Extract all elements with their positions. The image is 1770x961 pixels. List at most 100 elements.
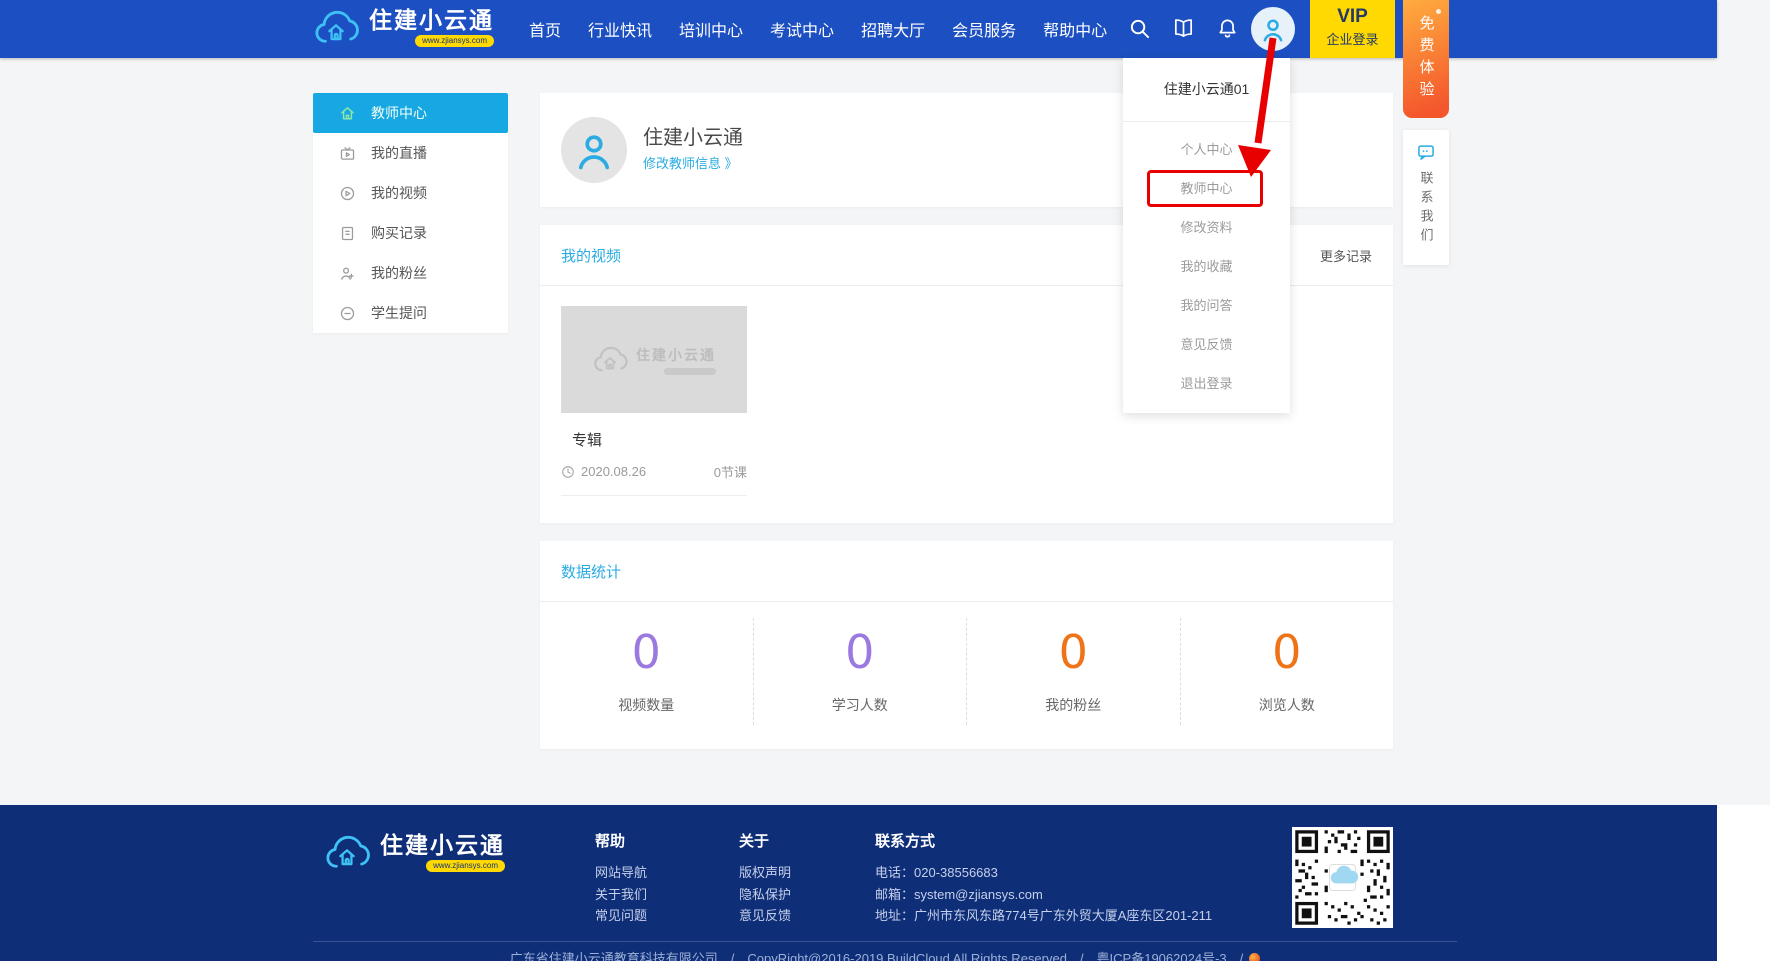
qr-code — [1292, 827, 1393, 928]
sidebar-item-student-questions[interactable]: 学生提问 — [313, 293, 508, 333]
sidebar-item-my-live[interactable]: 我的直播 — [313, 133, 508, 173]
search-icon[interactable] — [1128, 17, 1151, 40]
video-meta: 2020.08.26 0节课 — [561, 462, 747, 496]
footer-link-faq[interactable]: 常见问题 — [595, 905, 647, 927]
nav-item-training-center[interactable]: 培训中心 — [679, 17, 743, 41]
home-icon — [339, 105, 356, 122]
profile-name: 住建小云通 — [643, 121, 743, 150]
nav-item-job-hall[interactable]: 招聘大厅 — [861, 17, 925, 41]
page: 住建小云通 www.zjiansys.com 首页 行业快讯 培训中心 考试中心… — [0, 0, 1770, 961]
footer-link-about-us[interactable]: 关于我们 — [595, 884, 647, 906]
sidebar-item-label: 教师中心 — [371, 103, 427, 123]
more-records-link[interactable]: 更多记录 — [1320, 246, 1372, 265]
videos-section-title: 我的视频 — [561, 245, 621, 266]
stats-section-title: 数据统计 — [561, 561, 621, 582]
sidebar-item-my-fans[interactable]: 我的粉丝 — [313, 253, 508, 293]
main-nav: 首页 行业快讯 培训中心 考试中心 招聘大厅 会员服务 帮助中心 — [529, 0, 1107, 58]
stats-card-header: 数据统计 — [540, 541, 1393, 602]
dropdown-list: 个人中心 教师中心 修改资料 我的收藏 我的问答 意见反馈 退出登录 — [1123, 122, 1290, 403]
user-avatar[interactable] — [1251, 7, 1295, 51]
video-icon — [339, 185, 356, 202]
sidebar-item-label: 我的粉丝 — [371, 263, 427, 283]
dropdown-item-teacher-center[interactable]: 教师中心 — [1123, 169, 1290, 208]
video-card[interactable]: 住建小云通 专辑 2020.08.26 0节课 — [561, 306, 747, 496]
video-thumbnail[interactable]: 住建小云通 — [561, 306, 747, 413]
footer-brand-name: 住建小云通 — [380, 834, 505, 857]
nav-item-member-services[interactable]: 会员服务 — [952, 17, 1016, 41]
stat-fans-count: 0 我的粉丝 — [966, 618, 1180, 725]
cloud-logo-icon — [313, 8, 359, 48]
watermark-pill — [664, 368, 716, 375]
vip-label: VIP — [1310, 6, 1395, 28]
notifications-icon[interactable] — [1216, 17, 1239, 40]
library-icon[interactable] — [1172, 17, 1195, 40]
sidebar-item-label: 我的视频 — [371, 183, 427, 203]
sidebar-item-my-videos[interactable]: 我的视频 — [313, 173, 508, 213]
contact-us-label: 联系我们 — [1420, 171, 1433, 247]
stats-row: 0 视频数量 0 学习人数 0 我的粉丝 0 浏览人数 — [540, 602, 1393, 749]
edit-teacher-info-link[interactable]: 修改教师信息 》 — [643, 153, 738, 172]
right-edge-strip — [1717, 805, 1770, 961]
stat-label: 浏览人数 — [1259, 695, 1315, 715]
person-icon — [1258, 14, 1288, 44]
stat-label: 我的粉丝 — [1045, 695, 1101, 715]
footer-col-title: 关于 — [739, 830, 791, 851]
sidebar-item-purchase-records[interactable]: 购买记录 — [313, 213, 508, 253]
stat-value: 0 — [1272, 629, 1301, 675]
stat-label: 视频数量 — [618, 695, 674, 715]
footer-link-privacy[interactable]: 隐私保护 — [739, 884, 791, 906]
footer-contact-email: 邮箱：system@zjiansys.com — [875, 884, 1212, 906]
dropdown-item-logout[interactable]: 退出登录 — [1123, 364, 1290, 403]
dropdown-item-edit-profile[interactable]: 修改资料 — [1123, 208, 1290, 247]
dropdown-item-my-favorites[interactable]: 我的收藏 — [1123, 247, 1290, 286]
sidebar-item-label: 购买记录 — [371, 223, 427, 243]
footer-logo: 住建小云通 www.zjiansys.com — [324, 833, 505, 873]
police-badge-icon — [1249, 953, 1260, 961]
free-trial-label: 免费体验 — [1419, 15, 1434, 103]
sparkle-dot — [1436, 9, 1441, 14]
free-trial-tab[interactable]: 免费体验 — [1403, 0, 1449, 118]
footer-link-copyright-statement[interactable]: 版权声明 — [739, 862, 791, 884]
footer-link-site-nav[interactable]: 网站导航 — [595, 862, 647, 884]
footer-col-about: 关于 版权声明 隐私保护 意见反馈 — [739, 830, 791, 927]
brand-logo[interactable]: 住建小云通 www.zjiansys.com — [313, 8, 494, 48]
brand-url-badge: www.zjiansys.com — [415, 35, 494, 47]
records-icon — [339, 225, 356, 242]
clock-icon — [561, 465, 575, 479]
copyright-divider — [313, 941, 1457, 942]
sidebar-item-label: 我的直播 — [371, 143, 427, 163]
nav-item-industry-news[interactable]: 行业快讯 — [588, 17, 652, 41]
vip-enterprise-login-button[interactable]: VIP 企业登录 — [1310, 0, 1395, 58]
watermark-cloud-icon — [592, 345, 628, 375]
sidebar: 教师中心 我的直播 我的视频 购买记录 我的粉丝 — [313, 93, 508, 333]
user-dropdown: 住建小云通01 个人中心 教师中心 修改资料 我的收藏 我的问答 意见反馈 退出… — [1123, 58, 1290, 413]
watermark-text: 住建小云通 — [636, 345, 716, 365]
stat-value: 0 — [1059, 629, 1088, 675]
nav-item-home[interactable]: 首页 — [529, 17, 561, 41]
dropdown-item-feedback[interactable]: 意见反馈 — [1123, 325, 1290, 364]
nav-item-help-center[interactable]: 帮助中心 — [1043, 17, 1107, 41]
stat-view-count: 0 浏览人数 — [1180, 618, 1394, 725]
video-lesson-count: 0节课 — [714, 462, 747, 481]
stat-learner-count: 0 学习人数 — [753, 618, 967, 725]
video-date: 2020.08.26 — [581, 464, 646, 479]
footer: 住建小云通 www.zjiansys.com 帮助 网站导航 关于我们 常见问题… — [0, 805, 1717, 961]
stats-card: 数据统计 0 视频数量 0 学习人数 0 我的粉丝 0 浏览人数 — [540, 541, 1393, 749]
footer-contact-phone: 电话：020-38556683 — [875, 862, 1212, 884]
nav-item-exam-center[interactable]: 考试中心 — [770, 17, 834, 41]
contact-us-tab[interactable]: 联系我们 — [1403, 130, 1449, 265]
fans-icon — [339, 265, 356, 282]
stat-video-count: 0 视频数量 — [540, 618, 753, 725]
sidebar-item-label: 学生提问 — [371, 303, 427, 323]
sidebar-item-teacher-center[interactable]: 教师中心 — [313, 93, 508, 133]
vip-sublabel: 企业登录 — [1310, 29, 1395, 48]
footer-contact-address: 地址：广州市东风东路774号广东外贸大厦A座东区201-211 — [875, 905, 1212, 927]
footer-col-title: 帮助 — [595, 830, 647, 851]
brand-name: 住建小云通 — [369, 9, 494, 32]
dropdown-username: 住建小云通01 — [1123, 58, 1290, 122]
person-icon — [572, 128, 616, 172]
dropdown-item-my-qa[interactable]: 我的问答 — [1123, 286, 1290, 325]
footer-col-help: 帮助 网站导航 关于我们 常见问题 — [595, 830, 647, 927]
dropdown-item-personal-center[interactable]: 个人中心 — [1123, 130, 1290, 169]
footer-link-feedback[interactable]: 意见反馈 — [739, 905, 791, 927]
